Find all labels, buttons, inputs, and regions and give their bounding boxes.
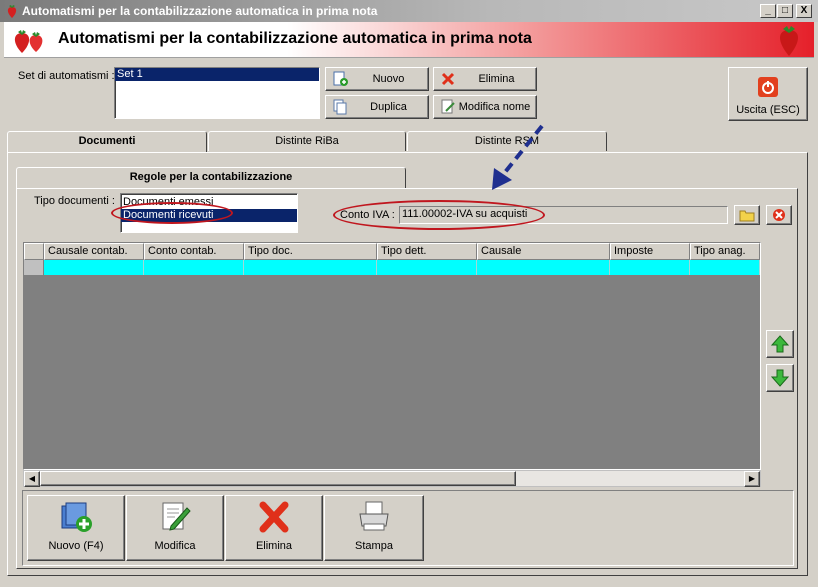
- nuovo-set-button[interactable]: Nuovo: [325, 67, 429, 91]
- arrow-down-icon: [770, 369, 790, 387]
- edit-document-icon: [162, 502, 191, 531]
- table-cell[interactable]: [244, 260, 377, 275]
- strawberry-large-icon: [780, 26, 798, 56]
- grid-corner: [24, 243, 44, 260]
- tab-documenti[interactable]: Documenti: [7, 131, 207, 153]
- strawberry-icon: [7, 5, 17, 18]
- clear-conto-button[interactable]: [766, 205, 792, 225]
- column-header[interactable]: Tipo anag.: [690, 243, 760, 260]
- browse-conto-button[interactable]: [734, 205, 760, 225]
- add-document-icon: [331, 71, 349, 87]
- annotation-circle: [333, 200, 545, 230]
- move-down-button[interactable]: [766, 364, 794, 392]
- column-header[interactable]: Tipo dett.: [377, 243, 477, 260]
- header-banner: Automatismi per la contabilizzazione aut…: [4, 22, 814, 58]
- scroll-thumb[interactable]: [40, 471, 516, 486]
- close-button[interactable]: X: [796, 4, 812, 18]
- nuovo-regola-button[interactable]: Nuovo (F4): [27, 495, 125, 561]
- maximize-button[interactable]: □: [777, 4, 793, 18]
- title-bar: Automatismi per la contabilizzazione aut…: [0, 0, 818, 22]
- elimina-set-button[interactable]: Elimina: [433, 67, 537, 91]
- table-cell[interactable]: [377, 260, 477, 275]
- annotation-arrow: [492, 124, 544, 190]
- clear-x-icon: [773, 209, 785, 221]
- table-cell[interactable]: [477, 260, 610, 275]
- power-icon: [758, 77, 778, 97]
- annotation-circle: [111, 202, 233, 224]
- table-cell[interactable]: [690, 260, 760, 275]
- edit-document-icon: [439, 99, 457, 115]
- column-header[interactable]: Causale: [477, 243, 610, 260]
- sets-listbox[interactable]: Set 1: [114, 67, 320, 119]
- column-header[interactable]: Conto contab.: [144, 243, 244, 260]
- tab-distinte-riba[interactable]: Distinte RiBa: [208, 131, 406, 151]
- printer-icon: [359, 501, 389, 531]
- tipo-documenti-label: Tipo documenti :: [34, 195, 115, 207]
- strawberries-logo-icon: [14, 30, 43, 53]
- table-cell[interactable]: [44, 260, 144, 275]
- new-records-icon: [61, 502, 92, 532]
- page-title: Automatismi per la contabilizzazione aut…: [58, 30, 532, 47]
- tab-regole[interactable]: Regole per la contabilizzazione: [16, 167, 406, 189]
- minimize-button[interactable]: _: [760, 4, 776, 18]
- column-header[interactable]: Causale contab.: [44, 243, 144, 260]
- elimina-regola-button[interactable]: Elimina: [225, 495, 323, 561]
- table-cell[interactable]: [144, 260, 244, 275]
- column-header[interactable]: Imposte: [610, 243, 690, 260]
- move-up-button[interactable]: [766, 330, 794, 358]
- modifica-regola-button[interactable]: Modifica: [126, 495, 224, 561]
- duplicate-icon: [331, 99, 349, 115]
- grid-header: Causale contab. Conto contab. Tipo doc. …: [24, 243, 760, 260]
- duplica-set-button[interactable]: Duplica: [325, 95, 429, 119]
- uscita-button[interactable]: Uscita (ESC): [728, 67, 808, 121]
- scroll-left-button[interactable]: ◀: [24, 471, 40, 487]
- folder-icon: [739, 210, 755, 222]
- window-title: Automatismi per la contabilizzazione aut…: [22, 4, 378, 18]
- modifica-nome-button[interactable]: Modifica nome: [433, 95, 537, 119]
- stampa-button[interactable]: Stampa: [324, 495, 424, 561]
- list-item[interactable]: Set 1: [115, 68, 319, 81]
- rules-grid[interactable]: Causale contab. Conto contab. Tipo doc. …: [23, 242, 761, 470]
- horizontal-scrollbar[interactable]: ◀ ▶: [23, 470, 761, 487]
- sets-label: Set di automatismi :: [18, 70, 115, 82]
- table-cell[interactable]: [610, 260, 690, 275]
- row-indicator[interactable]: [24, 260, 44, 275]
- delete-x-icon: [439, 71, 457, 87]
- arrow-up-icon: [770, 335, 790, 353]
- delete-x-icon: [259, 501, 289, 533]
- scroll-right-button[interactable]: ▶: [744, 471, 760, 487]
- column-header[interactable]: Tipo doc.: [244, 243, 377, 260]
- table-row[interactable]: [24, 260, 760, 275]
